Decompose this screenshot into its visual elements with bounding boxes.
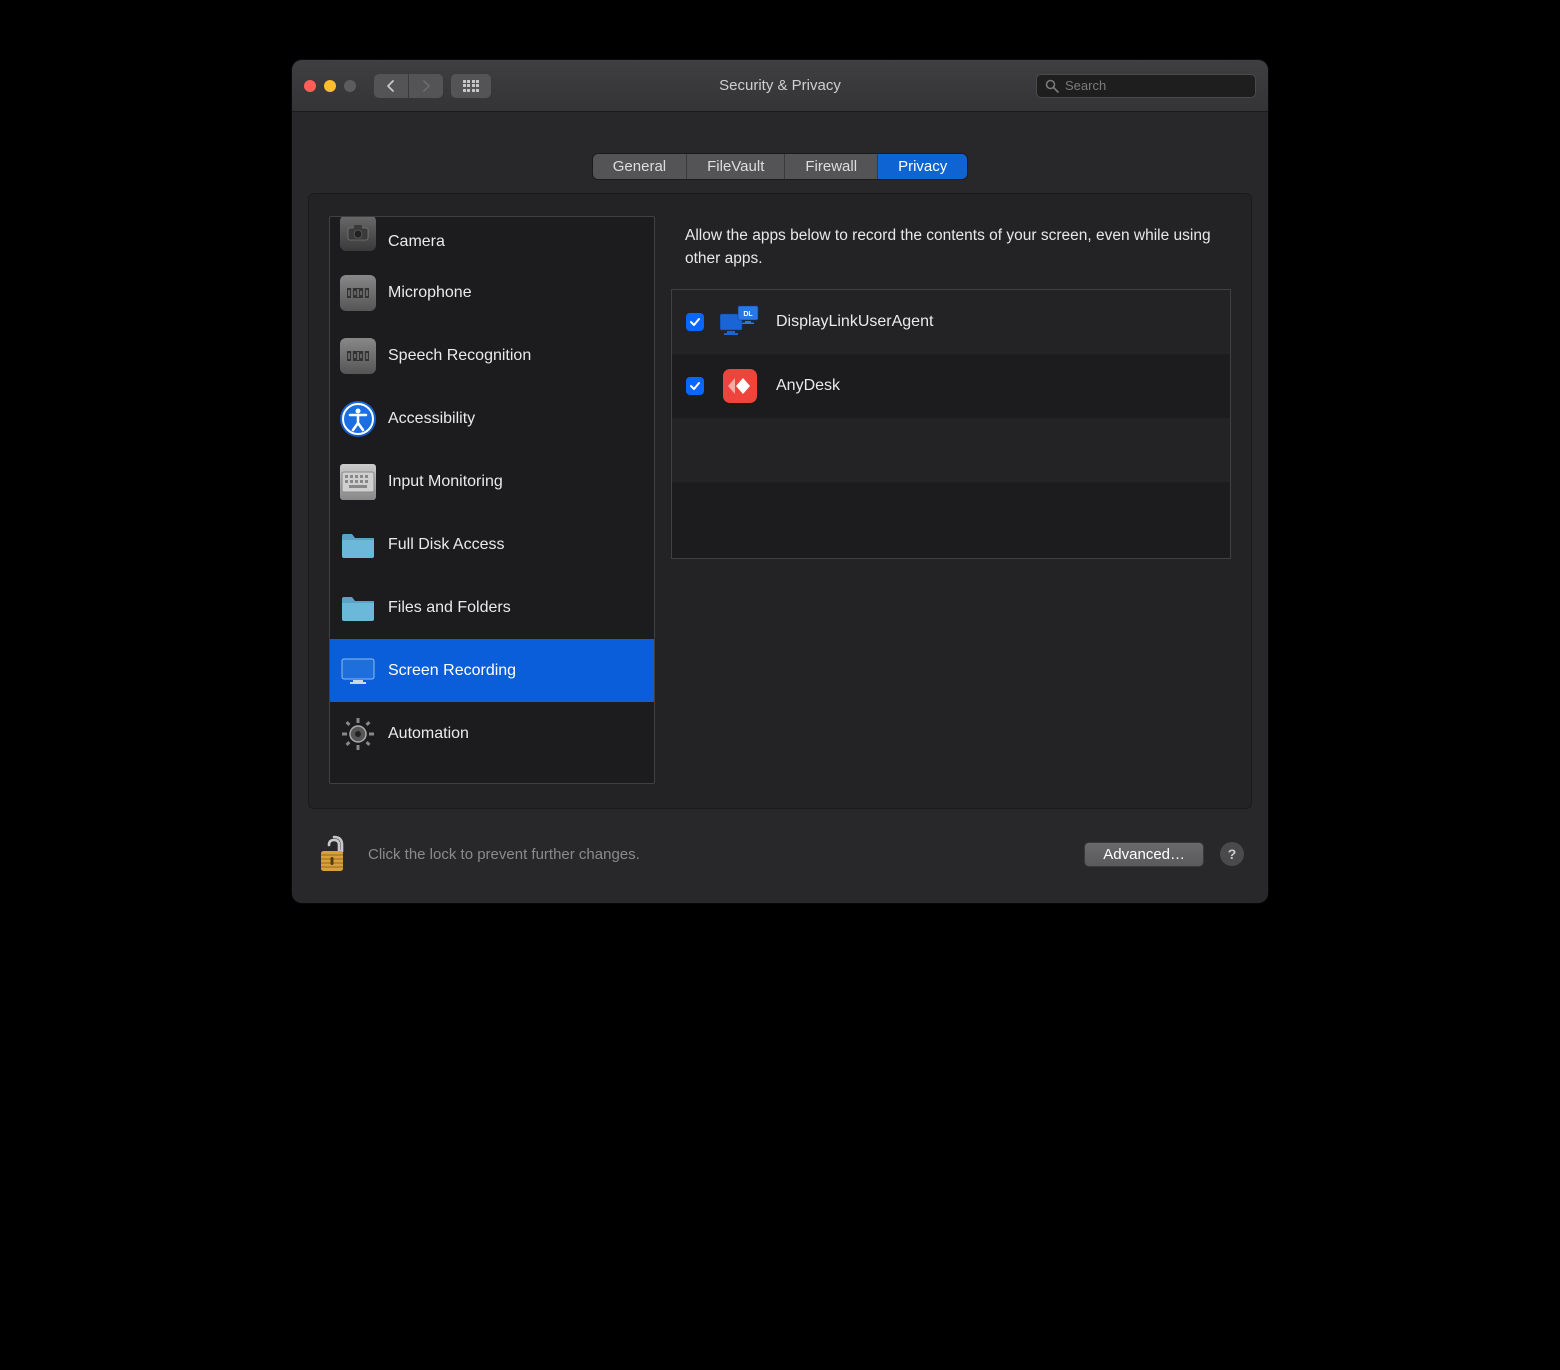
app-row[interactable]: AnyDesk (672, 354, 1230, 418)
lock-icon[interactable] (316, 833, 352, 875)
forward-button[interactable] (409, 74, 443, 98)
detail-column: Allow the apps below to record the conte… (671, 216, 1231, 784)
app-row[interactable]: DL DisplayLinkUserAgent (672, 290, 1230, 354)
advanced-button[interactable]: Advanced… (1084, 842, 1204, 867)
app-row-empty (672, 418, 1230, 482)
app-name-label: AnyDesk (776, 377, 840, 395)
sidebar-item-label: Accessibility (388, 410, 475, 428)
sidebar-item-label: Input Monitoring (388, 473, 503, 491)
displaylink-app-icon: DL (720, 302, 760, 342)
tabs-row: General FileVault Firewall Privacy (292, 112, 1268, 179)
sidebar-item-camera[interactable]: Camera (330, 217, 654, 261)
tab-filevault[interactable]: FileVault (687, 154, 785, 179)
sidebar-item-speech-recognition[interactable]: Speech Recognition (330, 324, 654, 387)
help-button[interactable]: ? (1220, 842, 1244, 866)
sidebar-item-label: Screen Recording (388, 662, 516, 680)
grid-icon (463, 80, 479, 92)
privacy-category-list[interactable]: Camera (329, 216, 655, 784)
gear-icon (340, 716, 376, 752)
lock-description: Click the lock to prevent further change… (368, 846, 640, 863)
sidebar-item-label: Camera (388, 233, 445, 251)
close-button[interactable] (304, 80, 316, 92)
minimize-button[interactable] (324, 80, 336, 92)
sidebar-item-microphone[interactable]: Microphone (330, 261, 654, 324)
detail-description: Allow the apps below to record the conte… (671, 216, 1231, 289)
sidebar-item-partial[interactable] (330, 765, 654, 784)
tab-firewall[interactable]: Firewall (785, 154, 878, 179)
partial-icon (340, 773, 376, 784)
sidebar-item-label: Full Disk Access (388, 536, 504, 554)
accessibility-icon (340, 401, 376, 437)
app-name-label: DisplayLinkUserAgent (776, 313, 933, 331)
sidebar-item-files-and-folders[interactable]: Files and Folders (330, 576, 654, 639)
titlebar: Security & Privacy (292, 60, 1268, 112)
sidebar-item-label: Files and Folders (388, 599, 511, 617)
app-permission-table: DL DisplayLinkUserAgent (671, 289, 1231, 559)
microphone-icon (340, 275, 376, 311)
tabs: General FileVault Firewall Privacy (593, 154, 968, 179)
back-button[interactable] (374, 74, 408, 98)
tab-privacy[interactable]: Privacy (878, 154, 967, 179)
sidebar-item-label: Speech Recognition (388, 347, 531, 365)
sidebar-item-full-disk-access[interactable]: Full Disk Access (330, 513, 654, 576)
sidebar-item-label: Microphone (388, 284, 472, 302)
display-icon (340, 653, 376, 689)
footer: Click the lock to prevent further change… (292, 809, 1268, 883)
privacy-panel: Camera (308, 193, 1252, 809)
window-controls (304, 80, 356, 92)
app-row-empty (672, 482, 1230, 559)
sidebar-item-screen-recording[interactable]: Screen Recording (330, 639, 654, 702)
app-checkbox[interactable] (686, 377, 704, 395)
preferences-window: Security & Privacy General FileVault Fir… (292, 60, 1268, 903)
sidebar-item-automation[interactable]: Automation (330, 702, 654, 765)
search-icon (1045, 79, 1059, 93)
svg-text:DL: DL (743, 311, 753, 318)
folder-icon (340, 590, 376, 626)
camera-icon (340, 216, 376, 251)
folder-icon (340, 527, 376, 563)
app-checkbox[interactable] (686, 313, 704, 331)
sidebar-item-input-monitoring[interactable]: Input Monitoring (330, 450, 654, 513)
search-input[interactable] (1065, 78, 1247, 93)
nav-buttons (374, 74, 443, 98)
search-field-wrap[interactable] (1036, 74, 1256, 98)
show-all-button[interactable] (451, 74, 491, 98)
sidebar-item-label: Automation (388, 725, 469, 743)
keyboard-icon (340, 464, 376, 500)
window-body: General FileVault Firewall Privacy Camer… (292, 112, 1268, 903)
speech-icon (340, 338, 376, 374)
tab-general[interactable]: General (593, 154, 687, 179)
anydesk-app-icon (720, 366, 760, 406)
zoom-button[interactable] (344, 80, 356, 92)
window-title: Security & Privacy (719, 77, 841, 94)
sidebar-item-accessibility[interactable]: Accessibility (330, 387, 654, 450)
